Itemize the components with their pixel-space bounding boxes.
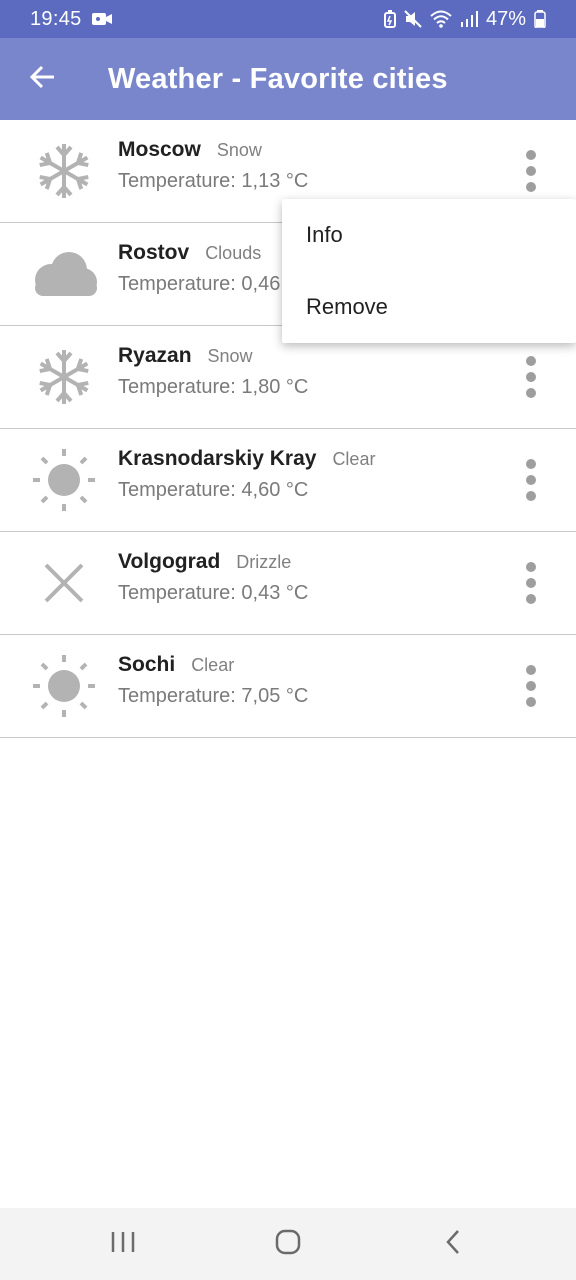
city-name: Krasnodarskiy Kray — [118, 447, 317, 470]
city-temperature: Temperature: 1,80 °C — [118, 376, 309, 398]
city-info: Moscow Snow Temperature: 1,13 °C — [118, 138, 308, 193]
dot — [526, 665, 536, 675]
home-button[interactable] — [243, 1214, 333, 1274]
battery-saver-icon — [383, 10, 396, 28]
city-condition: Drizzle — [236, 552, 292, 572]
more-options-button[interactable] — [516, 555, 546, 611]
city-name: Sochi — [118, 653, 176, 676]
city-condition: Snow — [207, 346, 253, 366]
city-row-krasnodarskiy-kray[interactable]: Krasnodarskiy Kray Clear Temperature: 4,… — [0, 429, 576, 532]
menu-item-remove[interactable]: Remove — [282, 271, 576, 343]
dot — [526, 182, 536, 192]
more-options-button[interactable] — [516, 349, 546, 405]
cross-icon — [24, 548, 104, 618]
dot — [526, 372, 536, 382]
app-bar: Weather - Favorite cities — [0, 38, 576, 120]
city-row-sochi[interactable]: Sochi Clear Temperature: 7,05 °C — [0, 635, 576, 738]
city-temperature: Temperature: 0,43 °C — [118, 582, 309, 604]
menu-item-info[interactable]: Info — [282, 199, 576, 271]
back-button[interactable] — [0, 38, 84, 120]
battery-percent: 47% — [485, 7, 526, 30]
city-info: Sochi Clear Temperature: 7,05 °C — [118, 653, 308, 708]
city-temperature: Temperature: 1,13 °C — [118, 170, 309, 192]
status-bar: 19:45 47% — [0, 0, 576, 38]
city-condition: Clouds — [205, 243, 262, 263]
arrow-left-icon — [29, 65, 55, 94]
city-temperature: Temperature: 7,05 °C — [118, 685, 309, 707]
city-row-volgograd[interactable]: Volgograd Drizzle Temperature: 0,43 °C — [0, 532, 576, 635]
city-condition: Snow — [216, 140, 262, 160]
city-info: Krasnodarskiy Kray Clear Temperature: 4,… — [118, 447, 375, 502]
dot — [526, 150, 536, 160]
page-title: Weather - Favorite cities — [108, 62, 448, 95]
nav-back-button[interactable] — [408, 1214, 498, 1274]
dot — [526, 166, 536, 176]
city-name: Volgograd — [118, 550, 221, 573]
city-info: Volgograd Drizzle Temperature: 0,43 °C — [118, 550, 308, 605]
wifi-icon — [430, 10, 452, 28]
more-options-button[interactable] — [516, 658, 546, 714]
snowflake-icon — [24, 136, 104, 206]
dot — [526, 356, 536, 366]
navigation-bar — [0, 1208, 576, 1280]
dot — [526, 459, 536, 469]
dot — [526, 562, 536, 572]
dot — [526, 475, 536, 485]
snowflake-icon — [24, 342, 104, 412]
back-icon — [444, 1229, 462, 1260]
dot — [526, 681, 536, 691]
sun-icon — [24, 445, 104, 515]
dot — [526, 491, 536, 501]
city-condition: Clear — [191, 655, 235, 675]
mute-icon — [404, 10, 422, 28]
dot — [526, 697, 536, 707]
recent-apps-button[interactable] — [78, 1214, 168, 1274]
more-options-button[interactable] — [516, 452, 546, 508]
video-camera-icon — [91, 12, 112, 26]
city-condition: Clear — [332, 449, 376, 469]
home-icon — [274, 1228, 302, 1261]
city-info: Ryazan Snow Temperature: 1,80 °C — [118, 344, 308, 399]
more-options-button[interactable] — [516, 143, 546, 199]
dot — [526, 578, 536, 588]
dot — [526, 594, 536, 604]
signal-icon — [460, 11, 478, 27]
status-time: 19:45 — [30, 7, 82, 30]
city-temperature: Temperature: 0,46 — [118, 273, 281, 295]
popup-menu: Info Remove — [282, 199, 576, 343]
battery-icon — [534, 10, 546, 28]
city-name: Moscow — [118, 138, 201, 161]
cloud-icon — [24, 239, 104, 309]
city-name: Rostov — [118, 241, 190, 264]
city-temperature: Temperature: 4,60 °C — [118, 479, 309, 501]
recent-apps-icon — [110, 1230, 136, 1259]
city-info: Rostov Clouds Temperature: 0,46 — [118, 241, 280, 296]
city-name: Ryazan — [118, 344, 192, 367]
sun-icon — [24, 651, 104, 721]
dot — [526, 388, 536, 398]
